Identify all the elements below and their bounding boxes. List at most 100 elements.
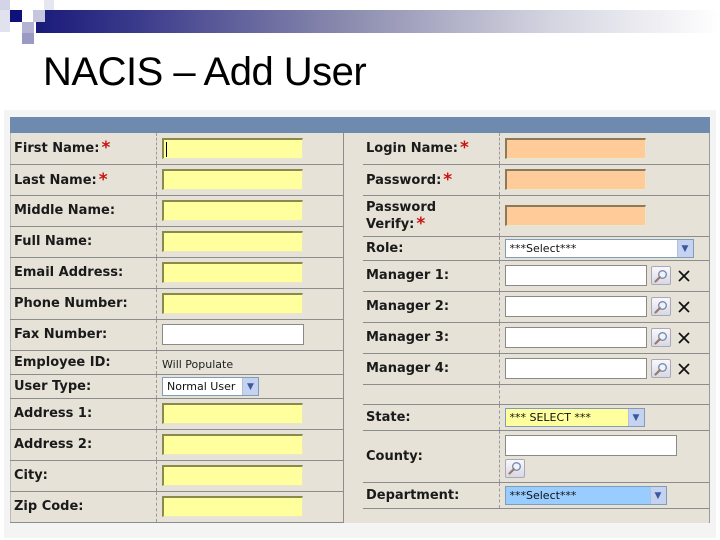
first-name-input[interactable] [162,137,303,159]
county-label: County: [366,448,423,464]
manager-3-lookup-button[interactable] [650,328,671,347]
city-label: City: [14,468,48,483]
county-input[interactable] [504,434,677,456]
text-cursor [166,141,167,157]
address-2-label: Address 2: [14,437,93,452]
department-select[interactable]: ***Select*** ▼ [504,486,667,505]
personal-info-table: First Name: * Last Name: * Middle Name: Fu… [10,133,344,523]
role-select[interactable]: ***Select*** ▼ [504,239,694,258]
chevron-down-icon[interactable]: ▼ [627,409,644,426]
form-row-city: City: [10,460,344,492]
fax-number-input[interactable] [162,324,304,345]
manager-4-input[interactable] [504,358,647,379]
manager-3-label: Manager 3: [366,330,450,345]
phone-number-input[interactable] [162,293,303,314]
manager-3-input[interactable] [504,327,647,348]
decorative-square [0,0,10,10]
magnifier-icon [653,269,667,283]
form-row-address-1: Address 1: [10,398,344,430]
form-row-first-name: First Name: * [10,133,344,165]
chevron-down-icon[interactable]: ▼ [676,240,693,257]
address-1-label: Address 1: [14,406,93,421]
form-row-password: Password: * [363,164,709,196]
add-user-form-panel: First Name: * Last Name: * Middle Name: Fu… [4,110,716,538]
form-row-manager-1: Manager 1: [363,260,709,292]
manager-1-lookup-button[interactable] [650,266,671,285]
form-row-manager-4: Manager 4: [363,353,709,385]
password-verify-input[interactable] [504,205,646,226]
department-value: ***Select*** [509,489,577,502]
decorative-square [44,0,54,10]
magnifier-icon [653,331,667,345]
x-icon[interactable] [677,269,691,283]
middle-name-label: Middle Name: [14,203,116,218]
email-address-input[interactable] [162,262,303,283]
form-row-user-type: User Type: Normal User ▼ [10,374,344,399]
form-row-spacer [363,384,709,405]
phone-number-label: Phone Number: [14,296,128,311]
form-header-bar [10,117,710,133]
magnifier-icon [507,462,521,475]
manager-1-input[interactable] [504,265,647,286]
magnifier-icon [653,300,667,314]
full-name-label: Full Name: [14,234,93,249]
required-marker: * [459,138,469,159]
manager-2-input[interactable] [504,296,647,317]
state-select[interactable]: *** SELECT *** ▼ [504,408,645,427]
address-2-input[interactable] [162,434,303,455]
employee-id-label: Employee ID: [14,354,111,370]
county-lookup-button[interactable] [504,458,525,478]
role-label: Role: [366,240,404,256]
decorative-square [0,10,10,32]
city-input[interactable] [162,465,303,486]
x-icon[interactable] [677,300,691,314]
last-name-label: Last Name: [14,172,97,188]
manager-4-lookup-button[interactable] [650,359,671,378]
chevron-down-icon[interactable]: ▼ [649,487,666,504]
decorative-square [10,10,22,22]
password-verify-label-line2: Verify: [366,216,415,232]
middle-name-input[interactable] [162,200,303,221]
form-row-last-name: Last Name: * [10,164,344,196]
password-input[interactable] [504,169,646,190]
form-body: First Name: * Last Name: * Middle Name: Fu… [10,117,710,523]
email-address-label: Email Address: [14,265,124,280]
fax-number-label: Fax Number: [14,327,108,342]
form-row-manager-3: Manager 3: [363,322,709,354]
last-name-input[interactable] [162,169,303,190]
chevron-down-icon[interactable]: ▼ [242,378,258,395]
user-type-value: Normal User [167,380,236,393]
decorative-square [33,10,45,22]
state-label: State: [366,409,411,425]
full-name-input[interactable] [162,231,303,252]
required-marker: * [443,169,453,190]
form-row-email: Email Address: [10,257,344,289]
login-name-input[interactable] [504,137,646,159]
form-row-role: Role: ***Select*** ▼ [363,236,709,261]
decorative-square [22,22,34,33]
form-row-address-2: Address 2: [10,429,344,461]
address-1-input[interactable] [162,403,303,424]
password-label: Password: [366,172,442,188]
form-row-login-name: Login Name: * [363,133,709,165]
manager-2-lookup-button[interactable] [650,297,671,316]
slide-title: NACIS – Add User [43,50,367,94]
form-row-department: Department: ***Select*** ▼ [363,482,709,509]
required-marker: * [101,138,111,159]
x-icon[interactable] [677,362,691,376]
form-row-middle-name: Middle Name: [10,195,344,227]
manager-1-label: Manager 1: [366,268,450,283]
required-marker: * [98,169,108,190]
employee-id-value: Will Populate [162,357,234,371]
form-row-phone: Phone Number: [10,288,344,320]
zip-code-input[interactable] [162,496,303,517]
user-type-select[interactable]: Normal User ▼ [162,377,259,396]
form-row-manager-2: Manager 2: [363,291,709,323]
account-info-table: Login Name: * Password: * Password Verify:… [363,133,709,509]
x-icon[interactable] [677,331,691,345]
form-row-state: State: *** SELECT *** ▼ [363,404,709,431]
password-verify-label-line1: Password [366,199,437,215]
form-row-employee-id: Employee ID: Will Populate [10,350,344,375]
form-row-fax: Fax Number: [10,319,344,351]
manager-2-label: Manager 2: [366,299,450,314]
